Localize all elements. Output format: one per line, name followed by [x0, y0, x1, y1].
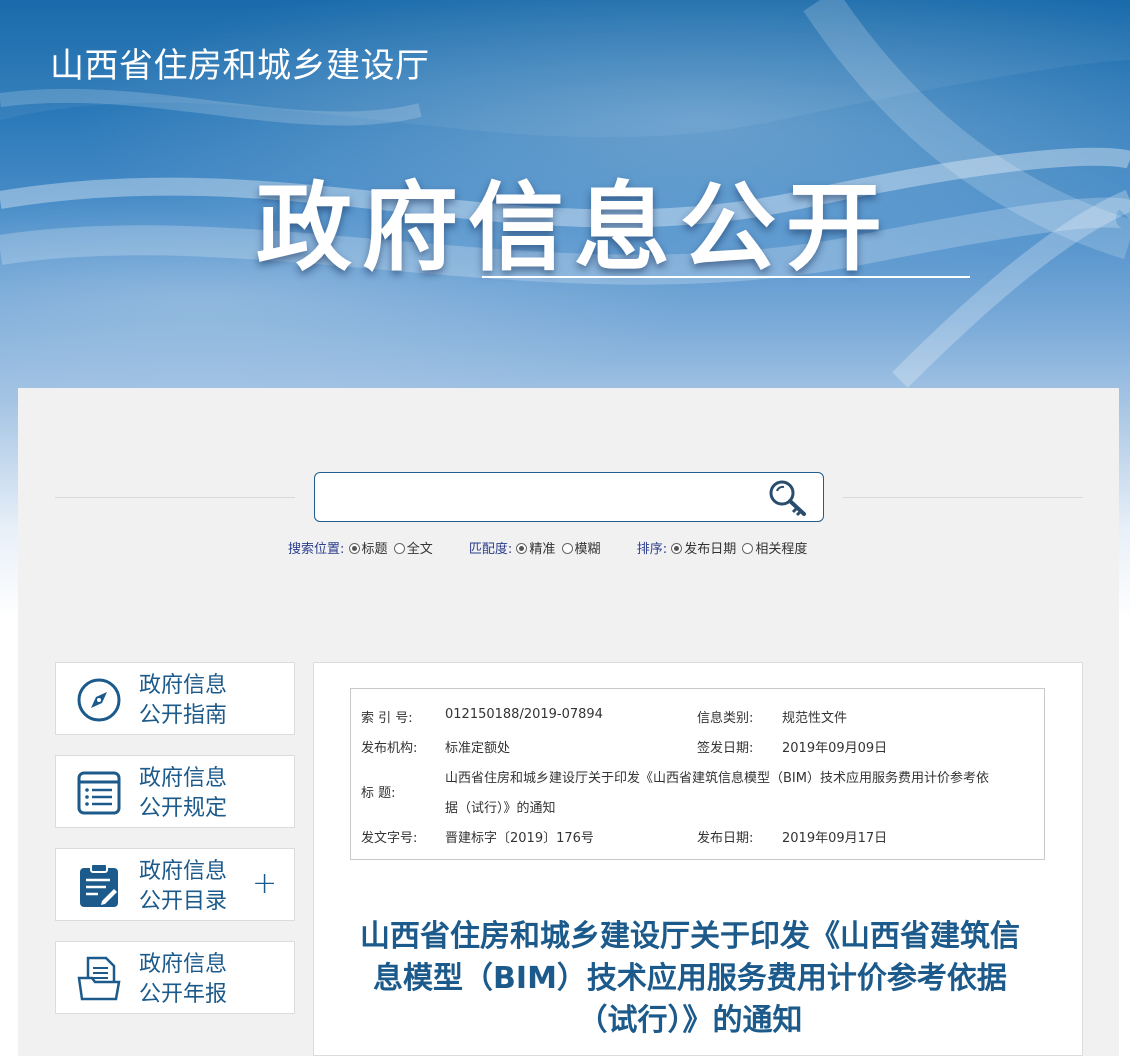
sidebar-item-label: 政府信息 公开指南 [139, 671, 227, 731]
radio-option-title[interactable]: 标题 [348, 538, 388, 557]
meta-title-line2: 据（试行）》的通知 [445, 801, 556, 816]
folder-document-icon [77, 956, 121, 1001]
document-meta-table: 索 引 号: 012150188/2019-07894 信息类别: 规范性文件 … [350, 688, 1045, 860]
radio-option-fulltext[interactable]: 全文 [393, 538, 433, 557]
document-title-line2: 息模型（BIM）技术应用服务费用计价参考依据 [373, 961, 1007, 996]
sidebar-item-label: 政府信息 公开规定 [139, 764, 227, 824]
label-line1: 政府信息 [139, 766, 228, 791]
sidebar-item-label: 政府信息 公开年报 [139, 950, 227, 1010]
meta-index-label: 索 引 号: [361, 711, 413, 726]
sidebar-item-label: 政府信息 公开目录 [139, 857, 227, 917]
search-options: 搜索位置: 标题 全文 匹配度: 精准 模糊 排序: 发布日期 相关程度 [288, 538, 839, 557]
meta-doc-no-label: 发文字号: [361, 831, 418, 846]
label-line2: 公开规定 [139, 796, 228, 821]
site-title[interactable]: 山西省住房和城乡建设厅 [50, 38, 430, 87]
expand-plus-icon[interactable]: + [252, 867, 277, 901]
document-title: 山西省住房和城乡建设厅关于印发《山西省建筑信 息模型（BIM）技术应用服务费用计… [330, 916, 1050, 1042]
radio-option-relevance[interactable]: 相关程度 [742, 538, 807, 557]
list-document-icon [77, 771, 121, 815]
search-position-group: 搜索位置: 标题 全文 [288, 538, 435, 557]
radio-button[interactable] [561, 543, 573, 554]
radio-button[interactable] [742, 543, 754, 554]
label-line2: 公开指南 [139, 703, 228, 728]
key-search-icon [769, 480, 806, 517]
label-line1: 政府信息 [139, 859, 228, 884]
radio-option-date[interactable]: 发布日期 [671, 538, 736, 557]
meta-publisher-label: 发布机构: [361, 741, 418, 756]
meta-title-label: 标 题: [361, 786, 396, 801]
radio-label: 精准 [529, 542, 556, 557]
meta-doc-no-value: 晋建标字〔2019〕176号 [445, 831, 594, 846]
compass-icon [77, 678, 121, 722]
document-title-line1: 山西省住房和城乡建设厅关于印发《山西省建筑信 [360, 919, 1020, 954]
radio-button[interactable] [516, 543, 528, 554]
label-line2: 公开年报 [139, 982, 228, 1007]
meta-publisher-value: 标准定额处 [445, 741, 511, 756]
radio-label: 标题 [361, 542, 388, 557]
sidebar-item-guide[interactable]: 政府信息 公开指南 [55, 662, 295, 735]
radio-option-exact[interactable]: 精准 [516, 538, 555, 557]
search-divider-right [843, 497, 1083, 498]
radio-button[interactable] [348, 543, 360, 554]
sort-label: 排序: [636, 542, 668, 557]
label-line2: 公开目录 [139, 889, 228, 914]
sidebar-item-rules[interactable]: 政府信息 公开规定 [55, 755, 295, 828]
sidebar-item-catalog[interactable]: 政府信息 公开目录 + [55, 848, 295, 921]
radio-button[interactable] [671, 543, 683, 554]
search-divider-left [55, 497, 295, 498]
meta-index-value: 012150188/2019-07894 [445, 707, 603, 722]
meta-pub-date-value: 2019年09月17日 [782, 831, 888, 846]
radio-label: 发布日期 [684, 542, 737, 557]
meta-title-line1: 山西省住房和城乡建设厅关于印发《山西省建筑信息模型（BIM）技术应用服务费用计价… [445, 771, 989, 786]
match-group: 匹配度: 精准 模糊 [469, 538, 603, 557]
meta-category-label: 信息类别: [697, 711, 754, 726]
label-line1: 政府信息 [139, 952, 228, 977]
meta-pub-date-label: 发布日期: [697, 831, 754, 846]
meta-sign-date-label: 签发日期: [697, 741, 754, 756]
clipboard-edit-icon [80, 863, 118, 907]
meta-sign-date-value: 2019年09月09日 [782, 741, 888, 756]
radio-label: 相关程度 [755, 542, 808, 557]
sort-group: 排序: 发布日期 相关程度 [637, 538, 810, 557]
meta-category-value: 规范性文件 [782, 711, 848, 726]
radio-label: 模糊 [574, 542, 601, 557]
hero-title: 政府信息公开 [256, 172, 892, 284]
radio-label: 全文 [406, 542, 433, 557]
radio-button[interactable] [393, 543, 405, 554]
sidebar-item-annual-report[interactable]: 政府信息 公开年报 [55, 941, 295, 1014]
search-box [314, 472, 824, 522]
match-label: 匹配度: [468, 542, 513, 557]
label-line1: 政府信息 [139, 673, 228, 698]
radio-option-fuzzy[interactable]: 模糊 [561, 538, 601, 557]
search-button[interactable] [766, 478, 810, 520]
search-input[interactable] [327, 481, 757, 513]
hero-underline [482, 276, 970, 278]
document-title-line3: （试行）》的通知 [577, 1003, 803, 1038]
search-position-label: 搜索位置: [288, 542, 345, 557]
